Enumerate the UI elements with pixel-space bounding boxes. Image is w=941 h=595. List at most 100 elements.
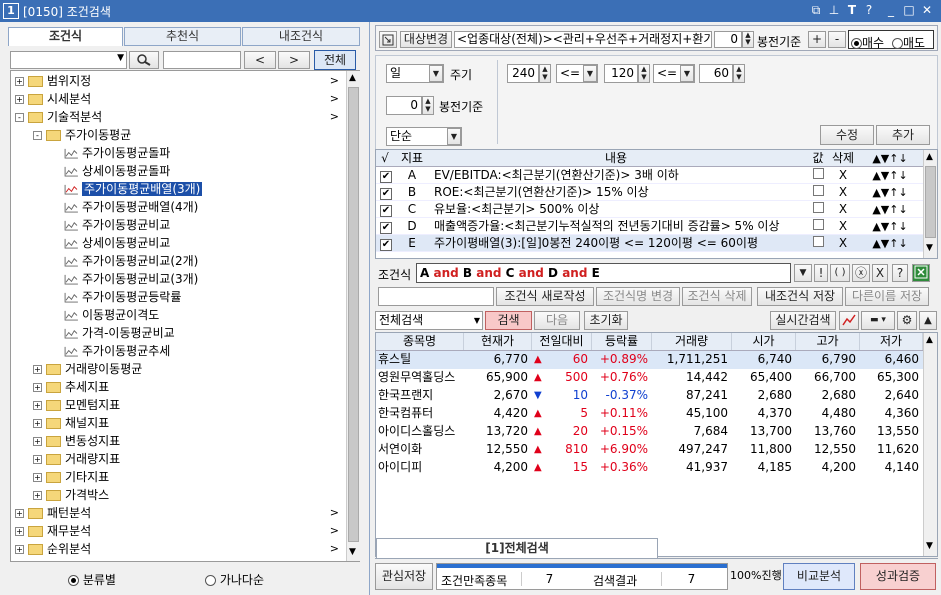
condition-row[interactable]: ✔ E 주가이평배열(3):[일]0봉전 240이평 <= 120이평 <= 60이… (376, 235, 923, 252)
add-button[interactable]: 추가 (876, 125, 930, 145)
expand-icon[interactable]: + (15, 509, 24, 518)
excel-button[interactable] (912, 264, 930, 282)
tree-item[interactable]: 이동평균이격도 (51, 306, 345, 324)
condition-value-checkbox[interactable] (808, 235, 828, 252)
results-col-name[interactable]: 종목명 (376, 333, 464, 350)
expand-icon[interactable]: + (15, 95, 24, 104)
ma2-input[interactable]: 120 (604, 64, 638, 83)
tree-item[interactable]: 상세이동평균비교 (51, 234, 345, 252)
reset-button[interactable]: 초기화 (584, 311, 628, 330)
chevron-right-icon[interactable]: > (330, 90, 339, 108)
results-scrollbar[interactable]: ▲ ▼ (923, 333, 937, 556)
all-button[interactable]: 전체 (314, 50, 356, 70)
radio-alpha[interactable]: 가나다순 (205, 571, 264, 588)
top-bong-input[interactable]: 0 (714, 31, 742, 48)
scroll-down-icon[interactable]: ▼ (349, 547, 356, 557)
scroll-up-icon[interactable]: ▲ (349, 73, 356, 83)
table-row[interactable]: 영원무역홀딩스 65,900 ▲ 500 +0.76% 14,442 65,400 66,70… (376, 369, 923, 387)
tree-item[interactable]: + 모멘텀지표 (33, 396, 345, 414)
tab-recommended[interactable]: 추천식 (124, 27, 241, 46)
expand-icon[interactable]: + (15, 77, 24, 86)
tree-item[interactable]: 주가이동평균등락률 (51, 288, 345, 306)
condition-row[interactable]: ✔ A EV/EBITDA:<최근분기(연환산기준)> 3배 이하 X ▲▼↑↓ (376, 167, 923, 184)
condition-row[interactable]: ✔ B ROE:<최근분기(연환산기준)> 15% 이상 X ▲▼↑↓ (376, 184, 923, 201)
tree-item[interactable]: 가격-이동평균비교 (51, 324, 345, 342)
minus-button[interactable]: - (828, 31, 846, 48)
tree-item[interactable]: + 가격박스 (33, 486, 345, 504)
period-select[interactable]: 일 ▼ (386, 64, 444, 83)
not-button[interactable]: ! (814, 264, 828, 282)
help-icon[interactable]: ? (862, 3, 876, 17)
tree-item[interactable]: + 패턴분석 > (15, 504, 345, 522)
target-icon-button[interactable] (379, 31, 397, 48)
tree-scrollbar[interactable]: ▲ ▼ (346, 71, 360, 561)
expand-icon[interactable]: + (33, 401, 42, 410)
results-col-volume[interactable]: 거래량 (652, 333, 732, 350)
expand-icon[interactable]: + (33, 491, 42, 500)
scope-select[interactable]: 전체검색 ▼ (375, 311, 483, 330)
tree-item[interactable]: 주가이동평균추세 (51, 342, 345, 360)
scroll-up-icon[interactable]: ▲ (926, 335, 933, 345)
expand-icon[interactable]: + (33, 455, 42, 464)
tree-item[interactable]: 주가이동평균배열(4개) (51, 198, 345, 216)
tree-item[interactable]: + 거래량이동평균 (33, 360, 345, 378)
scroll-down-icon[interactable]: ▼ (926, 541, 933, 551)
table-row[interactable]: 휴스틸 6,770 ▲ 60 +0.89% 1,711,251 6,740 6,790 6,46… (376, 351, 923, 369)
condition-checkbox[interactable]: ✔ (378, 184, 394, 201)
condition-row[interactable]: ✔ C 유보율:<최근분기> 500% 이상 X ▲▼↑↓ (376, 201, 923, 218)
minimize-icon[interactable]: _ (884, 3, 898, 17)
condition-value-checkbox[interactable] (808, 201, 828, 218)
tree-item[interactable]: 주가이동평균비교(3개) (51, 270, 345, 288)
settings-button[interactable]: ⚙ (897, 311, 917, 330)
bong-spinner[interactable]: ▲ ▼ (422, 96, 434, 115)
realtime-search-button[interactable]: 실시간검색 (770, 311, 836, 330)
results-col-open[interactable]: 시가 (732, 333, 796, 350)
next-page-button[interactable]: 다음 (534, 311, 580, 330)
tree-item[interactable]: 주가이동평균비교 (51, 216, 345, 234)
scroll-down-icon[interactable]: ▼ (926, 243, 933, 253)
condition-order-buttons[interactable]: ▲▼↑↓ (858, 235, 922, 252)
restore-grid-icon[interactable]: ⧉ (809, 3, 823, 17)
collapse-button[interactable]: ▲ (919, 311, 937, 330)
tree-item[interactable]: 주가이동평균배열(3개) (51, 180, 345, 198)
save-as-button[interactable]: 다른이름 저장 (845, 287, 929, 306)
results-col-price[interactable]: 현재가 (464, 333, 532, 350)
expand-icon[interactable]: + (15, 545, 24, 554)
search-button[interactable] (129, 51, 159, 69)
results-col-low[interactable]: 저가 (860, 333, 923, 350)
radio-sell[interactable]: 매도 (892, 34, 925, 51)
condition-delete-button[interactable]: X (828, 218, 858, 235)
tree-item[interactable]: + 시세분석 > (15, 90, 345, 108)
rename-condition-button[interactable]: 조건식명 변경 (596, 287, 680, 306)
expand-icon[interactable]: + (15, 527, 24, 536)
top-bong-spinner[interactable]: ▲ ▼ (742, 31, 754, 48)
target-change-button[interactable]: 대상변경 (400, 31, 452, 48)
category-select[interactable]: ▼ (10, 51, 127, 69)
tree-item[interactable]: + 재무분석 > (15, 522, 345, 540)
op1-select[interactable]: <= ▼ (556, 64, 598, 83)
expand-icon[interactable]: + (33, 473, 42, 482)
radio-category[interactable]: 분류별 (68, 571, 116, 588)
condition-value-checkbox[interactable] (808, 184, 828, 201)
condition-row[interactable]: ✔ D 매출액증가율:<최근분기누적실적의 전년동기대비 증감률> 5% 이상 X ▲▼… (376, 218, 923, 235)
expand-icon[interactable]: + (33, 419, 42, 428)
tree-item[interactable]: + 범위지정 > (15, 72, 345, 90)
ma1-spinner[interactable]: ▲ ▼ (539, 64, 551, 83)
expand-icon[interactable]: + (33, 383, 42, 392)
condition-name-input[interactable] (378, 287, 494, 306)
table-row[interactable]: 한국프랜지 2,670 ▼ 10 -0.37% 87,241 2,680 2,680 2,640 (376, 387, 923, 405)
condition-value-checkbox[interactable] (808, 218, 828, 235)
chevron-right-icon[interactable]: > (330, 108, 339, 126)
tree-item[interactable]: 주가이동평균돌파 (51, 144, 345, 162)
table-row[interactable]: 한국컴퓨터 4,420 ▲ 5 +0.11% 45,100 4,370 4,480 4,360 (376, 405, 923, 423)
ma3-input[interactable]: 60 (699, 64, 733, 83)
condition-order-buttons[interactable]: ▲▼↑↓ (858, 167, 922, 184)
radio-buy[interactable]: 매수 (851, 34, 884, 51)
collapse-icon[interactable]: - (33, 131, 42, 140)
edit-button[interactable]: 수정 (820, 125, 874, 145)
chevron-right-icon[interactable]: > (330, 72, 339, 90)
delete-condition-button[interactable]: 조건식 삭제 (682, 287, 752, 306)
chevron-right-icon[interactable]: > (330, 522, 339, 540)
xor-button[interactable]: ⓧ (852, 264, 870, 282)
tree-item[interactable]: 상세이동평균돌파 (51, 162, 345, 180)
